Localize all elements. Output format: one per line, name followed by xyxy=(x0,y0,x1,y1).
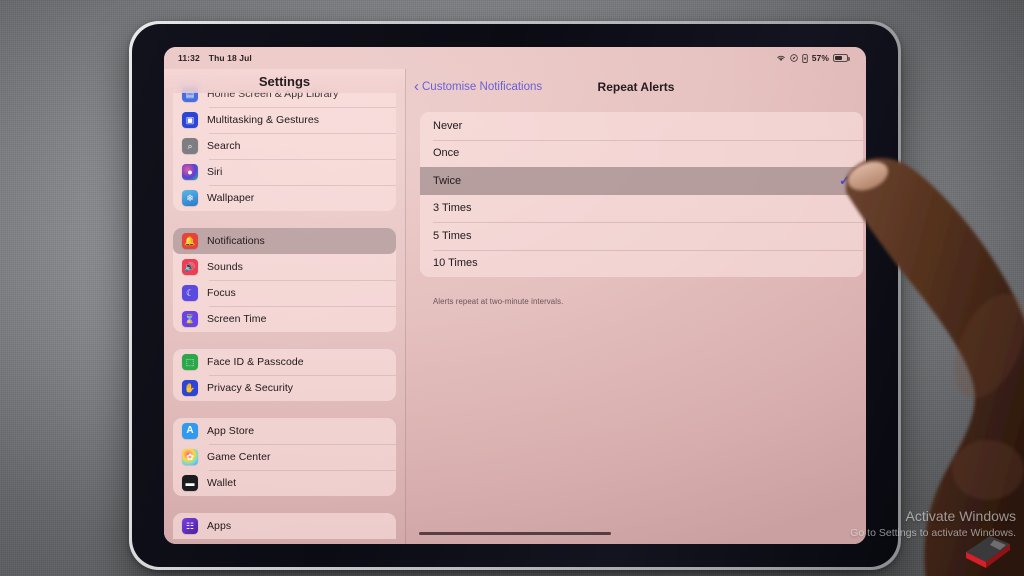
sidebar-item-label: Privacy & Security xyxy=(207,382,294,394)
sidebar-item-label: Siri xyxy=(207,166,223,178)
sidebar-group: ☷ Apps xyxy=(173,513,396,539)
sidebar-group: ▤ Home Screen & App Library ▣ Multitasking … xyxy=(173,81,396,211)
back-button[interactable]: ‹ Customise Notifications xyxy=(414,78,543,95)
option-label: 10 Times xyxy=(433,257,478,270)
sidebar-item-label: Apps xyxy=(207,520,232,532)
wallpaper-icon: ❄ xyxy=(182,190,198,206)
app-store-icon: A xyxy=(182,423,198,439)
sidebar-item-label: Game Center xyxy=(207,451,271,463)
siri-icon: ● xyxy=(182,164,198,180)
option-label: Never xyxy=(433,119,463,132)
options-footer-text: Alerts repeat at two-minute intervals. xyxy=(433,297,564,306)
chevron-left-icon: ‹ xyxy=(414,78,419,95)
sidebar-group: A App Store ✿ Game Center ▬ Wallet xyxy=(173,418,396,496)
option-row-once[interactable]: Once xyxy=(420,139,863,168)
option-label: Twice xyxy=(433,174,462,187)
sidebar-item-label: Multitasking & Gestures xyxy=(207,114,320,126)
wifi-icon xyxy=(776,54,786,62)
tablet-screen: 11:32 Thu 18 Jul 57% Settings ▤ Home Scr… xyxy=(164,47,866,544)
sidebar-group: ⬚ Face ID & Passcode ✋ Privacy & Security xyxy=(173,349,396,401)
home-indicator[interactable] xyxy=(419,531,611,535)
focus-moon-icon: ☾ xyxy=(182,285,198,301)
sidebar-item-label: Focus xyxy=(207,287,236,299)
status-bar-left: 11:32 Thu 18 Jul xyxy=(178,53,252,63)
sidebar-item-label: Wallet xyxy=(207,477,237,489)
option-row-10-times[interactable]: 10 Times xyxy=(420,249,863,278)
wallet-icon: ▬ xyxy=(182,475,198,491)
sidebar-item-focus[interactable]: ☾ Focus xyxy=(173,280,396,306)
usb-flash-drive xyxy=(966,536,1010,568)
battery-icon xyxy=(833,54,850,62)
search-icon: ⌕ xyxy=(182,138,198,154)
status-bar-right: 57% xyxy=(776,53,850,63)
option-row-never[interactable]: Never xyxy=(420,112,863,140)
settings-sidebar[interactable]: Settings ▤ Home Screen & App Library ▣ Mult… xyxy=(164,69,405,544)
sidebar-scroll-area[interactable]: ▤ Home Screen & App Library ▣ Multitasking … xyxy=(164,81,405,544)
sidebar-item-privacy-security[interactable]: ✋ Privacy & Security xyxy=(173,375,396,401)
sidebar-item-wallet[interactable]: ▬ Wallet xyxy=(173,470,396,496)
repeat-alerts-options-list[interactable]: Never Once Twice ✓ 3 Times 5 Times 10 Times xyxy=(420,112,863,277)
status-bar: 11:32 Thu 18 Jul 57% xyxy=(164,47,866,69)
privacy-hand-icon: ✋ xyxy=(182,380,198,396)
sidebar-item-label: Wallpaper xyxy=(207,192,255,204)
option-row-5-times[interactable]: 5 Times xyxy=(420,222,863,250)
sidebar-title: Settings xyxy=(164,69,405,93)
sidebar-item-search[interactable]: ⌕ Search xyxy=(173,133,396,159)
lock-portrait-icon xyxy=(802,53,808,63)
battery-level-fill xyxy=(835,56,843,60)
option-label: 3 Times xyxy=(433,202,472,215)
sidebar-item-apps[interactable]: ☷ Apps xyxy=(173,513,396,539)
sidebar-item-wallpaper[interactable]: ❄ Wallpaper xyxy=(173,185,396,211)
sidebar-item-face-id-passcode[interactable]: ⬚ Face ID & Passcode xyxy=(173,349,396,375)
screen-time-hourglass-icon: ⌛ xyxy=(182,311,198,327)
status-date: Thu 18 Jul xyxy=(208,53,252,63)
status-time: 11:32 xyxy=(178,53,200,63)
watermark-title: Activate Windows xyxy=(905,507,1016,524)
detail-pane: ‹ Customise Notifications Repeat Alerts … xyxy=(406,69,866,544)
sidebar-item-app-store[interactable]: A App Store xyxy=(173,418,396,444)
sidebar-item-screen-time[interactable]: ⌛ Screen Time xyxy=(173,306,396,332)
sounds-speaker-icon: 🔊 xyxy=(182,259,198,275)
apps-grid-icon: ☷ xyxy=(182,518,198,534)
sidebar-item-label: App Store xyxy=(207,425,255,437)
game-center-icon: ✿ xyxy=(182,449,198,465)
sidebar-item-notifications[interactable]: 🔔 Notifications xyxy=(173,228,396,254)
option-label: Once xyxy=(433,147,460,160)
sidebar-group: 🔔 Notifications 🔊 Sounds ☾ Focus ⌛ Screen Time xyxy=(173,228,396,332)
checkmark-icon: ✓ xyxy=(839,173,850,189)
option-row-twice[interactable]: Twice ✓ xyxy=(420,167,863,195)
option-row-3-times[interactable]: 3 Times xyxy=(420,195,863,223)
multitasking-icon: ▣ xyxy=(182,112,198,128)
split-view: Settings ▤ Home Screen & App Library ▣ Mult… xyxy=(164,69,866,544)
back-button-label: Customise Notifications xyxy=(422,81,543,93)
notifications-bell-icon: 🔔 xyxy=(182,233,198,249)
battery-percent-label: 57% xyxy=(811,53,829,63)
sidebar-item-sounds[interactable]: 🔊 Sounds xyxy=(173,254,396,280)
sidebar-item-label: Search xyxy=(207,140,241,152)
sidebar-item-game-center[interactable]: ✿ Game Center xyxy=(173,444,396,470)
sidebar-item-multitasking-gestures[interactable]: ▣ Multitasking & Gestures xyxy=(173,107,396,133)
sidebar-item-label: Notifications xyxy=(207,235,265,247)
sidebar-item-label: Sounds xyxy=(207,261,243,273)
sidebar-item-label: Face ID & Passcode xyxy=(207,356,304,368)
location-icon xyxy=(789,54,798,62)
option-label: 5 Times xyxy=(433,229,472,242)
detail-header: ‹ Customise Notifications Repeat Alerts xyxy=(406,69,866,105)
sidebar-item-siri[interactable]: ● Siri xyxy=(173,159,396,185)
face-id-icon: ⬚ xyxy=(182,354,198,370)
sidebar-item-label: Screen Time xyxy=(207,313,267,325)
